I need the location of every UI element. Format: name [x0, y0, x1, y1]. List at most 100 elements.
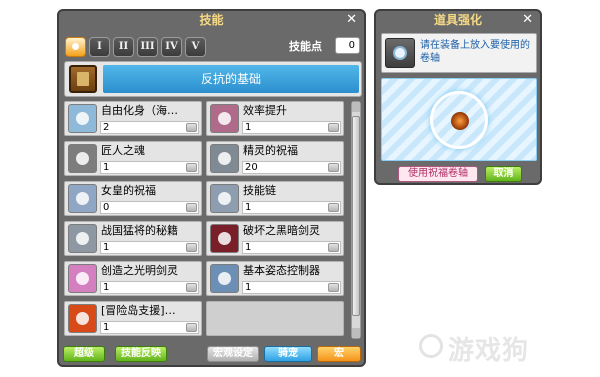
- skill-level: 1: [100, 281, 199, 294]
- skill-up-button[interactable]: [328, 123, 339, 132]
- skill-slot[interactable]: 效率提升 1: [206, 101, 344, 136]
- skill-name: 精灵的祝福: [243, 144, 298, 157]
- tab-job-1[interactable]: I: [89, 37, 110, 57]
- skill-up-button[interactable]: [328, 163, 339, 172]
- light-sword-spirit-skill-icon: [68, 264, 97, 293]
- tab-job-3[interactable]: III: [137, 37, 158, 57]
- skill-level: 2: [100, 121, 199, 134]
- scroll-thumb[interactable]: [352, 116, 360, 316]
- skill-window-titlebar[interactable]: 技能 ✕: [59, 11, 364, 29]
- skill-slot[interactable]: 匠人之魂 1: [64, 141, 202, 176]
- cancel-button[interactable]: 取消: [485, 166, 522, 182]
- skill-level: 1: [242, 201, 341, 214]
- skill-name: 自由化身（海…: [101, 104, 178, 117]
- skill-name: 匠人之魂: [101, 144, 145, 157]
- job-banner: 反抗的基础: [64, 61, 362, 97]
- skill-up-button[interactable]: [328, 243, 339, 252]
- skill-level-value: 1: [103, 162, 110, 173]
- close-icon[interactable]: ✕: [346, 12, 357, 28]
- craftsman-soul-skill-icon: [68, 144, 97, 173]
- skill-slot[interactable]: 精灵的祝福 20: [206, 141, 344, 176]
- skill-points-value: 0: [335, 37, 360, 54]
- skill-list: 自由化身（海… 2 匠人之魂 1 女皇的祝福 0 战国猛将的秘籍 1 创造之光明…: [64, 101, 347, 346]
- enhance-equipment-panel: [381, 78, 537, 161]
- scroll-down-arrow-icon[interactable]: [352, 328, 360, 338]
- skill-level: 1: [100, 161, 199, 174]
- enhance-instruction: 请在装备上放入要使用的卷轴: [420, 40, 530, 64]
- skill-level-value: 1: [245, 282, 252, 293]
- skill-level-value: 1: [103, 322, 110, 333]
- skill-level-value: 1: [245, 242, 252, 253]
- skill-reset-button[interactable]: 技能反映: [115, 346, 167, 362]
- skill-level-value: 20: [245, 162, 258, 173]
- skill-slot[interactable]: 技能链 1: [206, 181, 344, 216]
- item-enhance-window: 道具强化 ✕ 请在装备上放入要使用的卷轴 使用祝福卷轴 取消: [374, 9, 542, 185]
- skill-level-value: 1: [245, 122, 252, 133]
- scroll-up-arrow-icon[interactable]: [352, 102, 360, 112]
- job-name: 反抗的基础: [103, 65, 359, 93]
- mount-button[interactable]: 骑宠: [264, 346, 312, 362]
- efficiency-up-skill-icon: [210, 104, 239, 133]
- skill-slot[interactable]: 女皇的祝福 0: [64, 181, 202, 216]
- skill-book-icon: [69, 65, 97, 93]
- skill-list-scrollbar[interactable]: [351, 101, 361, 339]
- skill-level-value: 0: [103, 202, 110, 213]
- warlord-secret-skill-icon: [68, 224, 97, 253]
- dark-sword-spirit-skill-icon: [210, 224, 239, 253]
- skill-level: 1: [242, 241, 341, 254]
- stance-controller-skill-icon: [210, 264, 239, 293]
- close-icon[interactable]: ✕: [522, 12, 533, 28]
- watermark-logo-icon: [419, 334, 443, 358]
- skill-up-button[interactable]: [328, 203, 339, 212]
- tab-beginner[interactable]: [65, 37, 86, 57]
- skill-up-button[interactable]: [186, 123, 197, 132]
- skill-level-value: 1: [245, 202, 252, 213]
- skill-level-value: 1: [103, 282, 110, 293]
- skill-slot[interactable]: [冒险岛支援]… 1: [64, 301, 202, 336]
- skill-slot[interactable]: 基本姿态控制器 1: [206, 261, 344, 296]
- skill-name: [冒险岛支援]…: [101, 304, 176, 317]
- equipment-item-icon[interactable]: [451, 112, 469, 130]
- scroll-slot-icon[interactable]: [385, 38, 415, 68]
- skill-name: 创造之光明剑灵: [101, 264, 178, 277]
- skill-level-value: 2: [103, 122, 110, 133]
- skill-name: 战国猛将的秘籍: [101, 224, 178, 237]
- link-chain-skill-icon: [210, 184, 239, 213]
- use-blessing-scroll-button[interactable]: 使用祝福卷轴: [398, 166, 478, 182]
- skill-level: 1: [100, 241, 199, 254]
- tab-job-4[interactable]: IV: [161, 37, 182, 57]
- enhance-instruction-box: 请在装备上放入要使用的卷轴: [381, 33, 537, 73]
- tab-job-2[interactable]: II: [113, 37, 134, 57]
- skill-slot[interactable]: 战国猛将的秘籍 1: [64, 221, 202, 256]
- skill-level: 0: [100, 201, 199, 214]
- empress-blessing-skill-icon: [68, 184, 97, 213]
- skill-up-button[interactable]: [186, 323, 197, 332]
- tab-job-5[interactable]: V: [185, 37, 206, 57]
- watermark: 游戏狗: [448, 336, 530, 366]
- beginner-dot-icon: [72, 43, 79, 50]
- elf-blessing-skill-icon: [210, 144, 239, 173]
- skill-up-button[interactable]: [186, 283, 197, 292]
- enhance-window-titlebar[interactable]: 道具强化 ✕: [376, 11, 540, 29]
- skill-level: 1: [242, 281, 341, 294]
- skill-name: 技能链: [243, 184, 276, 197]
- empty-skill-slot: [206, 301, 344, 336]
- advance-button[interactable]: 超级: [63, 346, 105, 362]
- skill-slot[interactable]: 创造之光明剑灵 1: [64, 261, 202, 296]
- skill-level: 1: [242, 121, 341, 134]
- skill-level: 1: [100, 321, 199, 334]
- skill-slot[interactable]: 自由化身（海… 2: [64, 101, 202, 136]
- skill-slot[interactable]: 破坏之黑暗剑灵 1: [206, 221, 344, 256]
- skill-tabs: I II III IV V: [65, 37, 206, 57]
- skill-name: 效率提升: [243, 104, 287, 117]
- macro-settings-button[interactable]: 宏观设定: [207, 346, 259, 362]
- skill-up-button[interactable]: [186, 243, 197, 252]
- macro-button[interactable]: 宏: [317, 346, 361, 362]
- skill-window-bottom-bar: 超级 技能反映 宏观设定 骑宠 宏: [59, 344, 364, 365]
- skill-up-button[interactable]: [186, 203, 197, 212]
- skill-up-button[interactable]: [186, 163, 197, 172]
- skill-window-title: 技能: [199, 13, 224, 27]
- skill-up-button[interactable]: [328, 283, 339, 292]
- enhance-window-title: 道具强化: [433, 13, 482, 27]
- skill-points-label: 技能点: [289, 40, 322, 53]
